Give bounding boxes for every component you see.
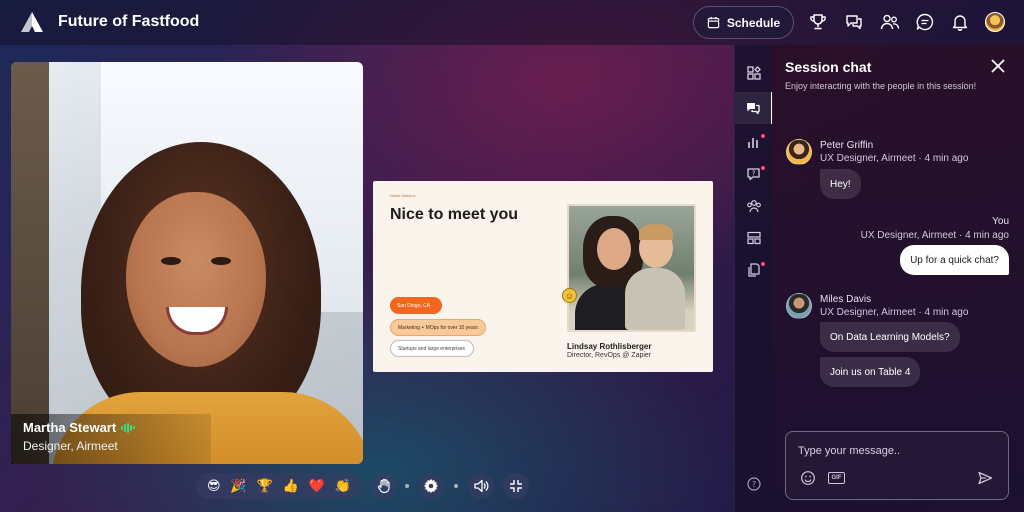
message-input[interactable] xyxy=(798,442,998,460)
message-icon[interactable] xyxy=(915,12,935,32)
reaction-party[interactable]: 🎉 xyxy=(230,478,246,494)
schedule-label: Schedule xyxy=(726,15,781,30)
shared-slide[interactable]: Nadia Matelus Nice to meet you San Diego… xyxy=(373,181,713,372)
slide-kicker: Nadia Matelus xyxy=(390,193,416,198)
reaction-clap[interactable]: 👏 xyxy=(335,478,351,494)
avatar[interactable] xyxy=(786,139,812,165)
event-title: Future of Fastfood xyxy=(58,13,200,30)
speaker-video-tile[interactable] xyxy=(11,62,363,464)
people-icon[interactable] xyxy=(880,12,900,32)
user-avatar[interactable] xyxy=(985,12,1005,32)
send-icon[interactable] xyxy=(977,470,993,486)
collapse-icon xyxy=(510,480,522,492)
volume-button[interactable] xyxy=(468,473,494,499)
message-meta: UX Designer, Airmeet · 4 min ago xyxy=(820,153,969,164)
message-composer: GIF xyxy=(785,431,1009,500)
emoji-icon[interactable] xyxy=(800,470,816,486)
chat-subtitle: Enjoy interacting with the people in thi… xyxy=(785,81,977,91)
fullscreen-exit-button[interactable] xyxy=(503,473,529,499)
slide-photo xyxy=(567,204,696,332)
message-meta: UX Designer, Airmeet · 4 min ago xyxy=(820,307,969,318)
speaker-eye-right xyxy=(211,257,231,265)
files-icon xyxy=(748,263,760,277)
person-tag-icon: ☺ xyxy=(562,288,577,303)
message-sender: Peter Griffin xyxy=(820,140,874,151)
notification-dot xyxy=(761,166,765,170)
background-bookshelf xyxy=(11,62,49,464)
message-bubble: On Data Learning Models? xyxy=(820,322,960,352)
control-separator xyxy=(405,484,409,488)
rail-item-booths[interactable] xyxy=(735,57,773,89)
close-icon[interactable] xyxy=(989,57,1007,75)
speaker-volume-icon xyxy=(474,479,489,493)
avatar[interactable] xyxy=(786,293,812,319)
slide-pill-companies: Startups and large enterprises xyxy=(390,340,474,357)
message-sender: You xyxy=(992,216,1009,227)
speaker-name: Martha Stewart xyxy=(23,420,117,435)
slide-pill-experience: Marketing + MOps for over 10 years xyxy=(390,319,486,336)
hand-icon xyxy=(377,478,390,494)
rail-item-chat[interactable] xyxy=(735,92,773,124)
speaker-eye-left xyxy=(161,257,181,265)
rail-item-layout[interactable] xyxy=(735,222,773,254)
people-icon xyxy=(747,200,761,213)
notification-dot xyxy=(761,134,765,138)
chat-icon[interactable] xyxy=(844,12,864,32)
message-bubble: Hey! xyxy=(820,169,861,199)
rail-item-people[interactable] xyxy=(735,190,773,222)
bell-icon[interactable] xyxy=(950,12,970,32)
chat-icon xyxy=(747,103,760,115)
slide-person-role: Director, RevOps @ Zapier xyxy=(567,352,652,359)
message-sender: Miles Davis xyxy=(820,294,872,305)
chat-title: Session chat xyxy=(785,59,872,75)
schedule-button[interactable]: Schedule xyxy=(693,6,794,39)
tool-rail: ? ? xyxy=(734,45,773,512)
slide-pill-location: San Diego, CA xyxy=(390,297,442,314)
layout-icon xyxy=(747,231,761,245)
session-chat-panel: Session chat Enjoy interacting with the … xyxy=(772,45,1024,512)
reaction-trophy[interactable]: 🏆 xyxy=(257,478,273,494)
reaction-bar: 😎 🎉 🏆 👍 ❤️ 👏 xyxy=(196,473,362,499)
speaking-indicator-icon xyxy=(121,422,136,433)
calendar-icon xyxy=(707,16,720,29)
gear-icon xyxy=(424,479,438,493)
rail-item-files[interactable] xyxy=(735,254,773,286)
rail-item-polls[interactable] xyxy=(735,126,773,158)
trophy-icon[interactable] xyxy=(808,12,828,32)
top-bar: Future of Fastfood Schedule xyxy=(0,0,1024,45)
slide-title: Nice to meet you xyxy=(390,206,519,223)
message-bubble: Up for a quick chat? xyxy=(900,245,1009,275)
gif-button[interactable]: GIF xyxy=(828,472,845,484)
reaction-cool[interactable]: 😎 xyxy=(207,478,221,494)
event-stage: Future of Fastfood Schedule Martha Stewa… xyxy=(0,0,1024,512)
rail-item-qa[interactable]: ? xyxy=(735,158,773,190)
svg-text:?: ? xyxy=(752,170,756,178)
message-bubble: Join us on Table 4 xyxy=(820,357,921,387)
speaker-role: Designer, Airmeet xyxy=(23,439,118,453)
svg-text:?: ? xyxy=(752,480,756,489)
raise-hand-button[interactable] xyxy=(371,473,397,499)
booths-icon xyxy=(747,66,761,80)
airmeet-logo-icon[interactable] xyxy=(20,11,44,33)
reaction-heart[interactable]: ❤️ xyxy=(309,478,325,494)
rail-item-help[interactable]: ? xyxy=(735,468,773,500)
help-icon: ? xyxy=(747,477,761,491)
control-separator xyxy=(454,484,458,488)
polls-icon xyxy=(748,138,758,148)
speaker-name-row: Martha Stewart xyxy=(23,420,199,435)
qa-icon: ? xyxy=(747,168,760,181)
speaker-name-plate: Martha Stewart Designer, Airmeet xyxy=(11,414,211,464)
notification-dot xyxy=(761,262,765,266)
settings-button[interactable] xyxy=(418,473,444,499)
slide-person-name: Lindsay Rothlisberger xyxy=(567,342,652,351)
message-meta: UX Designer, Airmeet · 4 min ago xyxy=(860,230,1009,241)
speaker-face xyxy=(126,192,266,367)
reaction-thumbs-up[interactable]: 👍 xyxy=(283,478,299,494)
